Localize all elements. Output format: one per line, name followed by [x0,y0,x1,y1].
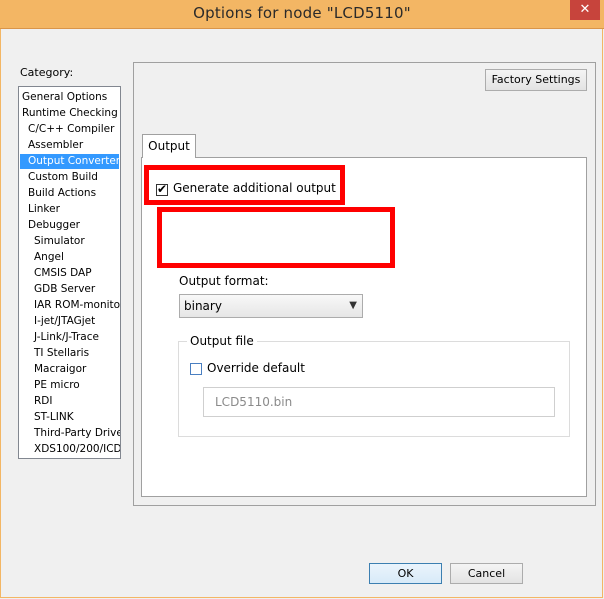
output-file-group: Output file Override default LCD5110.bin [178,334,570,437]
category-item[interactable]: ST-LINK [20,410,119,425]
options-panel: Factory Settings Output ✔ Generate addit… [133,62,596,506]
category-item[interactable]: Assembler [20,138,119,153]
category-item[interactable]: RDI [20,394,119,409]
override-default-checkbox[interactable] [190,363,202,375]
category-item[interactable]: XDS100/200/ICDI [20,442,120,457]
output-format-label: Output format: [179,274,269,288]
category-item[interactable]: Angel [20,250,119,265]
tab-output[interactable]: Output [142,134,196,158]
close-button[interactable]: ✕ [570,0,600,20]
highlight-generate-output [144,165,345,205]
output-filename-field[interactable]: LCD5110.bin [203,387,555,417]
category-item[interactable]: General Options [20,90,119,105]
cancel-button[interactable]: Cancel [450,563,523,584]
category-item[interactable]: I-jet/JTAGjet [20,314,119,329]
title-bar: Options for node "LCD5110" ✕ [0,0,604,29]
category-item[interactable]: Output Converter [20,154,120,169]
category-item[interactable]: C/C++ Compiler [20,122,119,137]
category-item[interactable]: Custom Build [20,170,119,185]
category-item[interactable]: Debugger [20,218,119,233]
category-item[interactable]: GDB Server [20,282,119,297]
override-default-label: Override default [207,361,305,375]
category-item[interactable]: Runtime Checking [20,106,119,121]
category-list[interactable]: General Options Runtime Checking C/C++ Com… [18,86,121,459]
category-item[interactable]: IAR ROM-monitor [20,298,120,313]
category-item[interactable]: Third-Party Driver [20,426,120,441]
factory-settings-button[interactable]: Factory Settings [485,69,587,91]
window-title: Options for node "LCD5110" [193,4,411,22]
category-item[interactable]: Build Actions [20,186,119,201]
category-item[interactable]: CMSIS DAP [20,266,119,281]
category-item[interactable]: TI Stellaris [20,346,119,361]
output-format-select[interactable]: binary ▼ [179,294,363,318]
category-item[interactable]: Linker [20,202,119,217]
highlight-output-format [157,207,395,268]
category-label: Category: [20,66,74,79]
category-item[interactable]: Macraigor [20,362,119,377]
category-item[interactable]: Simulator [20,234,119,249]
category-item[interactable]: PE micro [20,378,119,393]
category-item[interactable]: J-Link/J-Trace [20,330,119,345]
output-file-group-title: Output file [187,334,257,348]
ok-button[interactable]: OK [369,563,442,584]
chevron-down-icon: ▼ [349,300,357,311]
output-format-value: binary [184,299,222,313]
